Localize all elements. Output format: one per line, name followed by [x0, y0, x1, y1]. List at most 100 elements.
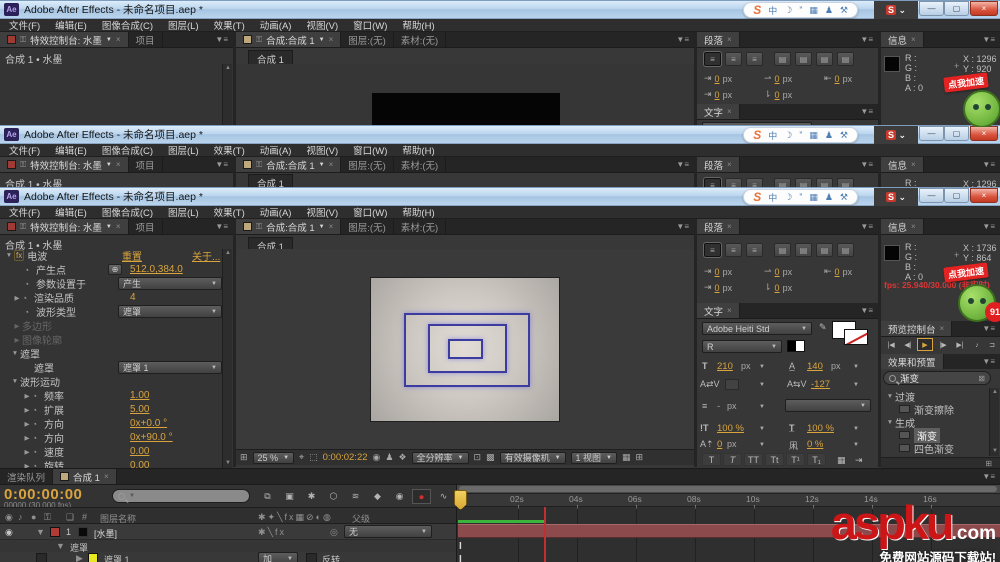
- dropdown-arrow-icon[interactable]: ▼: [759, 442, 765, 448]
- sogou-keyboard-icon[interactable]: ▦: [809, 5, 818, 16]
- menu-help[interactable]: 帮助(H): [402, 143, 434, 157]
- panel-menu-icon[interactable]: ▼≡: [210, 32, 233, 47]
- tsume-value[interactable]: 0 %: [807, 439, 823, 450]
- effect-controls-tabstrip[interactable]: ⚿特效控制台: 水墨▼× 项目 ▼≡: [0, 157, 233, 173]
- leading-value[interactable]: 140: [807, 361, 823, 372]
- view-layout-select[interactable]: 1 视图▼: [571, 452, 617, 464]
- maximize-button[interactable]: ▢: [944, 188, 969, 203]
- menu-view[interactable]: 视图(V): [306, 143, 338, 157]
- vertical-scale-value[interactable]: 100 %: [717, 423, 744, 434]
- mascot-character[interactable]: [963, 90, 1000, 127]
- close-tab-icon[interactable]: ×: [727, 306, 732, 315]
- property-value[interactable]: 0.00: [130, 446, 149, 457]
- panel-menu-icon[interactable]: ▼≡: [855, 104, 878, 119]
- property-dropdown[interactable]: 遮罩▼: [118, 305, 222, 318]
- property-row[interactable]: ▶◔频率 1.00: [0, 389, 221, 402]
- panel-menu-icon[interactable]: ▼≡: [977, 469, 1000, 484]
- justify-button[interactable]: ▤: [837, 178, 854, 187]
- sogou-input-bar[interactable]: S 中 ☽ ” ▦ ♟ ⚒: [743, 2, 858, 18]
- tab-info[interactable]: 信息×: [881, 157, 924, 172]
- minimize-button[interactable]: —: [919, 1, 944, 16]
- property-dropdown[interactable]: 产生▼: [118, 277, 222, 290]
- close-tab-icon[interactable]: ×: [911, 35, 916, 44]
- faux-bold-button[interactable]: T: [702, 453, 721, 466]
- zoom-select[interactable]: 25 %▼: [253, 452, 294, 464]
- tab-comp-timeline[interactable]: 合成 1×: [53, 469, 117, 484]
- mask-invert-label[interactable]: 反转: [322, 553, 340, 562]
- menu-animation[interactable]: 动画(A): [260, 205, 292, 219]
- panel-menu-icon[interactable]: ▼≡: [977, 219, 1000, 234]
- justify-all-button[interactable]: ▤: [837, 243, 854, 257]
- indent-left-field[interactable]: ⇥ 0 px: [704, 73, 732, 84]
- effect-controls-tabstrip[interactable]: ⚿特效控制台: 水墨▼× 项目 ▼≡: [0, 32, 233, 48]
- dropdown-arrow-icon[interactable]: ▼: [853, 382, 859, 388]
- tab-composition[interactable]: ⚿合成:合成 1▼×: [236, 157, 341, 172]
- comp-breadcrumb-chip[interactable]: 合成 1: [248, 174, 293, 187]
- menu-file[interactable]: 文件(F): [9, 18, 40, 32]
- paragraph-tabstrip[interactable]: 段落× ▼≡: [697, 32, 878, 48]
- align-center-button[interactable]: ≡: [725, 243, 742, 257]
- character-tabstrip[interactable]: 文字× ▼≡: [697, 303, 878, 319]
- prev-frame-button[interactable]: ◀|: [900, 339, 916, 352]
- menu-animation[interactable]: 动画(A): [260, 18, 292, 32]
- twirl-open-icon[interactable]: ▼: [10, 378, 20, 385]
- bw-swatch[interactable]: [787, 340, 805, 352]
- effect-controls-tabstrip[interactable]: ⚿特效控制台: 水墨▼× 项目 ▼≡: [0, 219, 233, 235]
- space-before-field[interactable]: ⇥ 0 px: [704, 282, 732, 293]
- label-column-icon[interactable]: ❏: [66, 512, 74, 523]
- safe-zones-icon[interactable]: ⌖: [299, 452, 304, 463]
- reset-link[interactable]: 重置: [122, 248, 142, 263]
- indent-left-field[interactable]: ⇥ 0 px: [704, 266, 732, 277]
- composition-tabstrip[interactable]: ⚿合成:合成 1▼× 图层:(无) 素材:(无) ▼≡: [236, 157, 694, 173]
- current-time-indicator[interactable]: [454, 490, 467, 510]
- space-after-field[interactable]: ⇂ 0 px: [764, 282, 792, 293]
- audio-button[interactable]: ♪: [969, 339, 985, 352]
- dropdown-arrow-icon[interactable]: ▼: [759, 404, 765, 410]
- effect-item-row[interactable]: 四色渐变: [899, 442, 954, 454]
- align-left-button[interactable]: ≡: [704, 52, 721, 66]
- panel-menu-icon[interactable]: ▼≡: [977, 321, 1000, 336]
- sogou-logo-icon[interactable]: S: [753, 128, 761, 142]
- comp-canvas-top[interactable]: [372, 93, 560, 127]
- solo-column-icon[interactable]: ●: [31, 512, 36, 522]
- justify-button[interactable]: ▤: [795, 178, 812, 187]
- sogou-tray-icon[interactable]: S ⌄: [874, 1, 918, 19]
- property-value[interactable]: 0x+90.0 °: [130, 432, 173, 443]
- tab-footage[interactable]: 素材:(无): [394, 219, 446, 234]
- justify-button[interactable]: ▤: [774, 178, 791, 187]
- menu-layer[interactable]: 图层(L): [168, 18, 199, 32]
- baseline-shift-value[interactable]: 0: [717, 439, 722, 450]
- pixel-aspect-icon[interactable]: ⊞: [636, 452, 644, 463]
- tab-info[interactable]: 信息×: [881, 32, 924, 47]
- category-row[interactable]: ▼过渡: [885, 390, 915, 402]
- menu-file[interactable]: 文件(F): [9, 205, 40, 219]
- tab-footage[interactable]: 素材:(无): [394, 157, 446, 172]
- dropdown-arrow-icon[interactable]: ▼: [759, 364, 765, 370]
- panel-menu-icon[interactable]: ▼≡: [977, 157, 1000, 172]
- dropdown-arrow-icon[interactable]: ▼: [853, 426, 859, 432]
- menu-window[interactable]: 窗口(W): [353, 205, 387, 219]
- comp-viewer[interactable]: [236, 249, 694, 449]
- property-row[interactable]: ▶◔方向 0x+90.0 °: [0, 431, 221, 444]
- comp-bottom-bar[interactable]: ⊞ 25 %▼ ⌖ ⬚ 0:00:02:22 ◉ ♟ ❖ 全分辨率▼ ⊡ ▩ 有…: [236, 449, 694, 465]
- menu-file[interactable]: 文件(F): [9, 143, 40, 157]
- group-row[interactable]: ▼遮罩: [0, 347, 221, 360]
- next-frame-button[interactable]: |▶: [935, 339, 951, 352]
- transparency-grid-icon[interactable]: ▩: [486, 452, 495, 463]
- property-value[interactable]: 512.0,384.0: [130, 264, 183, 275]
- tab-paragraph[interactable]: 段落×: [697, 157, 740, 172]
- show-snapshot-icon[interactable]: ♟: [385, 452, 393, 463]
- panel-menu-icon[interactable]: ▼≡: [671, 32, 694, 47]
- preview-tabstrip[interactable]: 预览控制台× ▼≡: [881, 321, 1000, 337]
- video-column-icon[interactable]: ◉: [5, 512, 13, 523]
- brainstorm-icon[interactable]: ◆: [368, 489, 387, 504]
- panel-menu-icon[interactable]: ▼≡: [855, 219, 878, 234]
- menu-window[interactable]: 窗口(W): [353, 143, 387, 157]
- panel-menu-icon[interactable]: ▼≡: [855, 32, 878, 47]
- sogou-keyboard-icon[interactable]: ▦: [809, 192, 818, 203]
- property-row[interactable]: ◔产生点 ⊕ 512.0,384.0: [0, 263, 221, 276]
- effects-presets-tabstrip[interactable]: 效果和预置 ▼≡: [881, 354, 1000, 370]
- sogou-lang-icon[interactable]: 中: [768, 191, 777, 204]
- scrollbar[interactable]: ▲▼: [989, 388, 999, 456]
- tab-project[interactable]: 项目: [129, 32, 163, 47]
